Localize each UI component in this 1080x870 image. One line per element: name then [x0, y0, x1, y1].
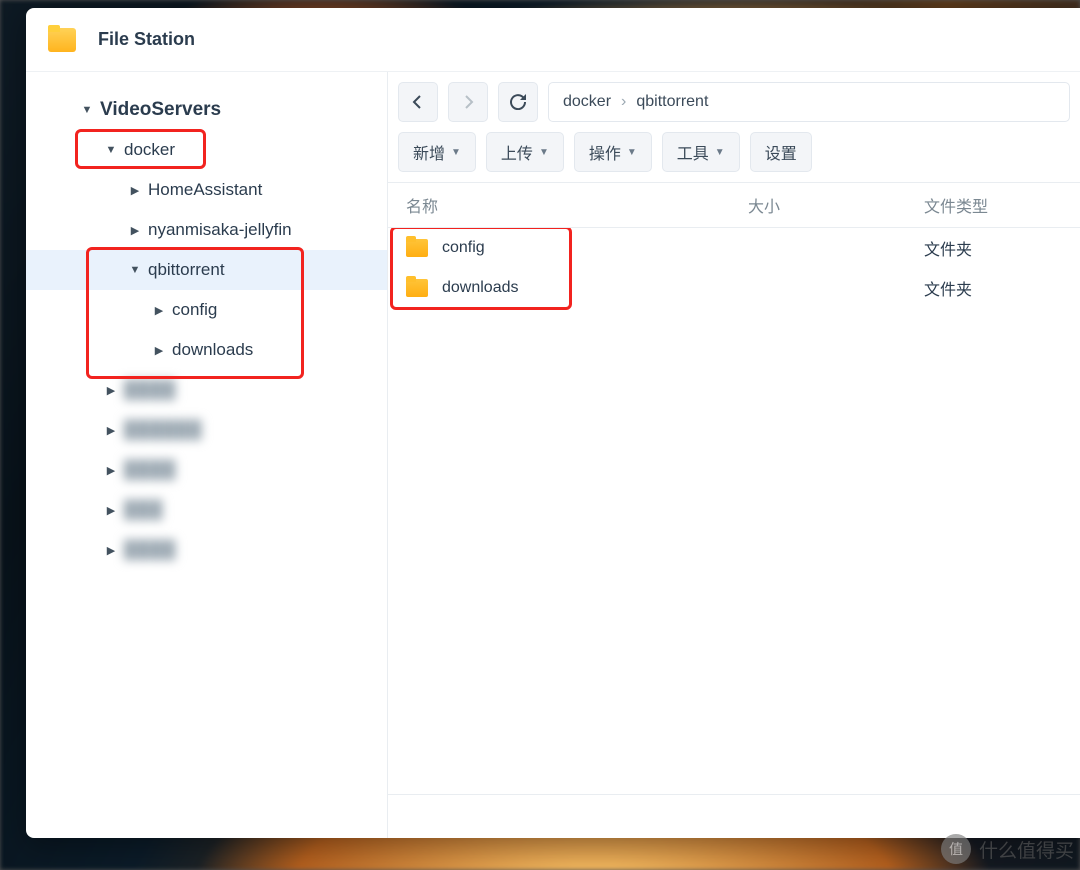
- titlebar: File Station: [26, 8, 1080, 72]
- navigation-toolbar: docker › qbittorrent: [388, 72, 1080, 122]
- watermark-badge: 值: [941, 834, 971, 864]
- table-header: 名称 大小 文件类型: [388, 182, 1080, 228]
- tree-label: downloads: [172, 340, 253, 360]
- file-name: downloads: [442, 279, 519, 297]
- caret-down-icon: ▼: [80, 103, 94, 117]
- watermark: 值 什么值得买: [941, 834, 1074, 864]
- action-toolbar: 新增 ▼ 上传 ▼ 操作 ▼ 工具 ▼ 设置: [388, 122, 1080, 182]
- redacted-label: ████: [124, 460, 176, 480]
- caret-right-icon: ▶: [128, 223, 142, 237]
- chevron-right-icon: ›: [621, 93, 626, 111]
- caret-right-icon: ▶: [152, 343, 166, 357]
- tree-label: HomeAssistant: [148, 180, 262, 200]
- column-header-name[interactable]: 名称: [388, 193, 738, 217]
- app-title: File Station: [98, 29, 195, 50]
- table-row[interactable]: config 文件夹: [388, 228, 1080, 268]
- main-panel: docker › qbittorrent 新增 ▼ 上传 ▼ 操作 ▼ 工具 ▼: [388, 72, 1080, 838]
- button-label: 新增: [413, 140, 445, 164]
- folder-tree-sidebar[interactable]: ▼ VideoServers ▼ docker ▶ HomeAssistant …: [26, 72, 388, 838]
- tree-label: nyanmisaka-jellyfin: [148, 220, 292, 240]
- status-bar: [388, 794, 1080, 838]
- forward-button[interactable]: [448, 82, 488, 122]
- button-label: 工具: [677, 140, 709, 164]
- watermark-text: 什么值得买: [979, 836, 1074, 863]
- file-type: 文件夹: [910, 276, 1080, 300]
- caret-down-icon: ▼: [539, 147, 549, 158]
- caret-down-icon: ▼: [715, 147, 725, 158]
- action-button[interactable]: 操作 ▼: [574, 132, 652, 172]
- app-folder-icon: [48, 28, 76, 52]
- folder-icon: [406, 279, 428, 297]
- caret-right-icon: ▶: [104, 423, 118, 437]
- table-body: config 文件夹 downloads 文件夹: [388, 228, 1080, 794]
- caret-right-icon: ▶: [104, 383, 118, 397]
- tree-node-redacted[interactable]: ▶ ████: [26, 530, 387, 570]
- folder-icon: [406, 239, 428, 257]
- tree-node-homeassistant[interactable]: ▶ HomeAssistant: [26, 170, 387, 210]
- column-header-type[interactable]: 文件类型: [910, 193, 1080, 217]
- refresh-button[interactable]: [498, 82, 538, 122]
- chevron-right-icon: [461, 95, 475, 109]
- tree-root-videoservers[interactable]: ▼ VideoServers: [26, 90, 387, 130]
- button-label: 设置: [765, 140, 797, 164]
- redacted-label: ████: [124, 380, 176, 400]
- tree-label: config: [172, 300, 217, 320]
- tree-label: qbittorrent: [148, 260, 225, 280]
- button-label: 操作: [589, 140, 621, 164]
- create-button[interactable]: 新增 ▼: [398, 132, 476, 172]
- breadcrumb-path[interactable]: docker › qbittorrent: [548, 82, 1070, 122]
- caret-right-icon: ▶: [104, 463, 118, 477]
- breadcrumb-segment[interactable]: qbittorrent: [636, 93, 708, 111]
- tools-button[interactable]: 工具 ▼: [662, 132, 740, 172]
- caret-right-icon: ▶: [128, 183, 142, 197]
- redacted-label: ████: [124, 540, 176, 560]
- file-type: 文件夹: [910, 236, 1080, 260]
- chevron-left-icon: [411, 95, 425, 109]
- caret-down-icon: ▼: [128, 263, 142, 277]
- caret-down-icon: ▼: [104, 143, 118, 157]
- refresh-icon: [510, 94, 526, 110]
- tree-node-redacted[interactable]: ▶ ███: [26, 490, 387, 530]
- redacted-label: ███: [124, 500, 163, 520]
- tree-node-docker[interactable]: ▼ docker: [26, 130, 387, 170]
- breadcrumb-segment[interactable]: docker: [563, 93, 611, 111]
- settings-button[interactable]: 设置: [750, 132, 812, 172]
- redacted-label: ██████: [124, 420, 202, 440]
- tree-label: VideoServers: [100, 99, 221, 121]
- column-header-size[interactable]: 大小: [738, 193, 910, 217]
- tree-node-jellyfin[interactable]: ▶ nyanmisaka-jellyfin: [26, 210, 387, 250]
- file-station-window: File Station ▼ VideoServers ▼ docker ▶ H…: [26, 8, 1080, 838]
- back-button[interactable]: [398, 82, 438, 122]
- file-name: config: [442, 239, 485, 257]
- upload-button[interactable]: 上传 ▼: [486, 132, 564, 172]
- caret-right-icon: ▶: [104, 543, 118, 557]
- caret-down-icon: ▼: [451, 147, 461, 158]
- tree-node-redacted[interactable]: ▶ ██████: [26, 410, 387, 450]
- table-row[interactable]: downloads 文件夹: [388, 268, 1080, 308]
- file-list-grid: 名称 大小 文件类型 config 文件夹: [388, 182, 1080, 838]
- caret-right-icon: ▶: [104, 503, 118, 517]
- caret-down-icon: ▼: [627, 147, 637, 158]
- button-label: 上传: [501, 140, 533, 164]
- tree-node-redacted[interactable]: ▶ ████: [26, 450, 387, 490]
- tree-label: docker: [124, 140, 175, 160]
- tree-node-config[interactable]: ▶ config: [26, 290, 387, 330]
- caret-right-icon: ▶: [152, 303, 166, 317]
- tree-node-downloads[interactable]: ▶ downloads: [26, 330, 387, 370]
- tree-node-qbittorrent[interactable]: ▼ qbittorrent: [26, 250, 387, 290]
- tree-node-redacted[interactable]: ▶ ████: [26, 370, 387, 410]
